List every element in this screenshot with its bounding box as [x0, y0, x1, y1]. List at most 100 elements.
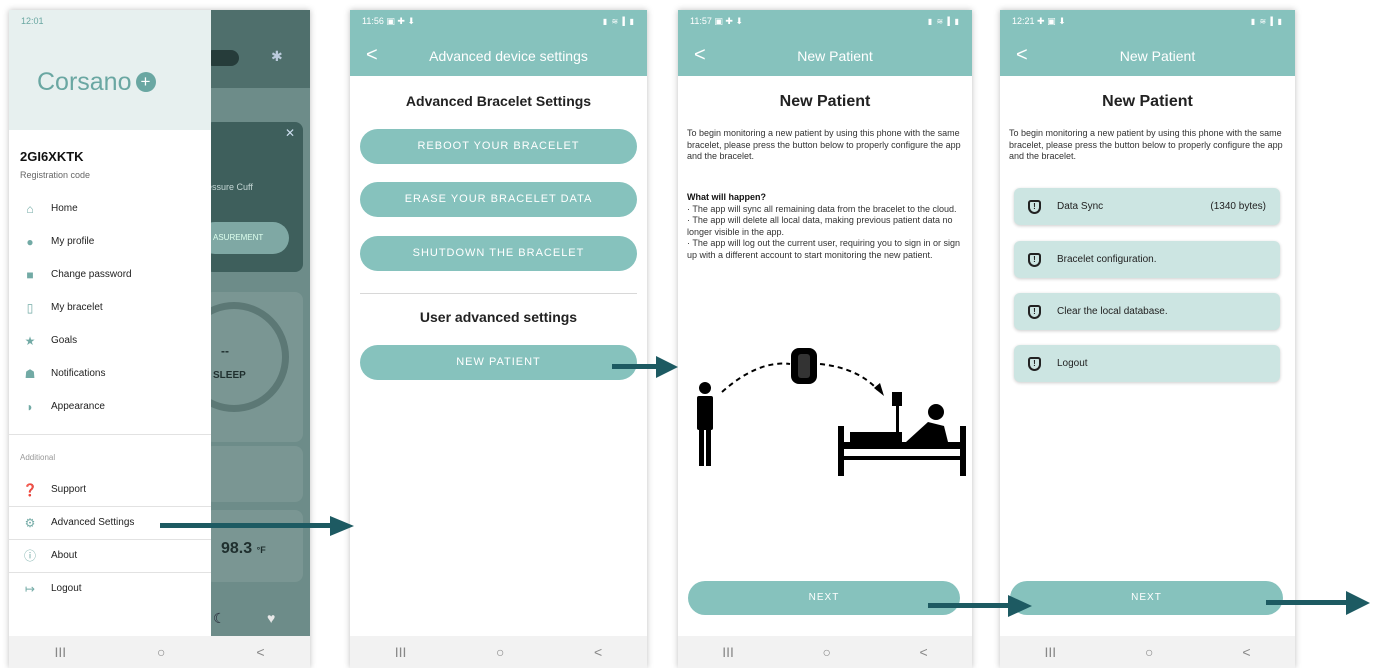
- bluetooth-icon: ✱: [271, 48, 283, 64]
- status-left: 11:56 ▣ ✚ ⬇: [362, 16, 415, 27]
- back-icon[interactable]: <: [366, 44, 378, 67]
- logout-icon: ↦: [24, 581, 36, 596]
- flow-arrow-icon: [1266, 591, 1370, 615]
- menu-item-notifications[interactable]: ☗ Notifications: [9, 357, 211, 390]
- shield-icon: !: [1028, 199, 1041, 214]
- transfer-path: [721, 362, 791, 393]
- status-time: 11:56: [362, 15, 384, 26]
- back-icon[interactable]: <: [694, 44, 706, 67]
- app-bar-title: New Patient: [1119, 48, 1196, 64]
- gear-icon: ⚙: [24, 515, 36, 530]
- task-bracelet-configuration: ! Bracelet configuration.: [1014, 241, 1280, 278]
- home-button[interactable]: ○: [822, 644, 830, 660]
- home-icon: ⌂: [26, 201, 34, 216]
- phone-screen-new-patient-tasks: 12:21 ✚ ▣ ⬇ ▮ ≋ ▍▮ < New Patient New Pat…: [1000, 10, 1295, 668]
- flow-arrow-icon: [928, 595, 1032, 617]
- menu-item-support[interactable]: ❓ Support: [9, 473, 211, 506]
- info-icon: ⓘ: [23, 549, 36, 563]
- task-label: Logout: [1057, 358, 1088, 369]
- help-icon: ❓: [22, 482, 38, 497]
- menu-label: Support: [51, 484, 87, 495]
- arrow-head: [874, 383, 884, 396]
- menu-item-my-profile[interactable]: ● My profile: [9, 225, 211, 258]
- drawer-header: 12:01 Corsano +: [9, 10, 211, 130]
- back-button[interactable]: <: [920, 644, 928, 660]
- what-will-happen: What will happen? · The app will sync al…: [687, 192, 963, 261]
- plus-icon: +: [135, 72, 156, 92]
- task-logout: ! Logout: [1014, 345, 1280, 382]
- background-sleep-label: SLEEP: [213, 370, 246, 381]
- menu-item-about[interactable]: ⓘ About: [9, 539, 211, 572]
- point-delete: · The app will delete all local data, ma…: [687, 215, 953, 237]
- system-nav-bar: III ○ <: [9, 636, 310, 668]
- menu-item-goals[interactable]: ★ Goals: [9, 324, 211, 357]
- new-patient-button[interactable]: NEW PATIENT: [360, 345, 637, 380]
- status-bar: 11:56 ▣ ✚ ⬇ ▮ ≋ ▍▮: [350, 10, 647, 32]
- home-button[interactable]: ○: [157, 644, 165, 660]
- background-measurement-button: ASUREMENT: [199, 222, 289, 254]
- temperature-value: 98.3: [221, 540, 253, 557]
- app-bar: 12:21 ✚ ▣ ⬇ ▮ ≋ ▍▮ < New Patient: [1000, 10, 1295, 76]
- system-nav-bar: III ○ <: [350, 636, 647, 668]
- back-icon[interactable]: <: [1016, 44, 1028, 67]
- reboot-bracelet-button[interactable]: REBOOT YOUR BRACELET: [360, 129, 637, 164]
- task-label: Data Sync: [1057, 201, 1104, 212]
- intro-text: To begin monitoring a new patient by usi…: [1009, 128, 1283, 161]
- point-sync: · The app will sync all remaining data f…: [687, 203, 957, 214]
- status-right: ▮ ≋ ▍▮: [927, 16, 960, 26]
- phone-screen-menu: ✱ ✕ essure Cuff ASUREMENT -- SLEEP 98.3 …: [9, 10, 310, 668]
- menu-item-my-bracelet[interactable]: ▯ My bracelet: [9, 291, 211, 324]
- menu-divider: [9, 434, 211, 435]
- menu-item-change-password[interactable]: ■ Change password: [9, 258, 211, 291]
- status-icons: ▣ ✚ ⬇: [386, 15, 415, 26]
- shutdown-bracelet-button[interactable]: SHUTDOWN THE BRACELET: [360, 236, 637, 271]
- watch-icon: ▯: [26, 300, 34, 315]
- back-button[interactable]: <: [1242, 644, 1250, 660]
- back-button[interactable]: <: [594, 644, 602, 660]
- close-icon: ✕: [284, 126, 295, 140]
- status-left: 11:57 ▣ ✚ ⬇: [690, 16, 743, 27]
- page-heading: New Patient: [1102, 93, 1193, 110]
- recents-button[interactable]: III: [54, 644, 66, 660]
- task-label: Bracelet configuration.: [1057, 254, 1157, 265]
- navigation-drawer: 12:01 Corsano + 2GI6XKTK Registration cod…: [9, 10, 211, 636]
- intro-text: To begin monitoring a new patient by usi…: [687, 128, 961, 161]
- star-icon: ★: [24, 333, 36, 348]
- menu-label: Goals: [51, 335, 78, 346]
- home-button[interactable]: ○: [496, 644, 504, 660]
- status-right: ▮ ≋ ▍▮: [1250, 16, 1283, 26]
- status-time: 12:21: [1012, 15, 1035, 26]
- background-temperature: 98.3 °F: [221, 540, 266, 558]
- appearance-icon: ◗: [26, 399, 34, 414]
- next-button[interactable]: NEXT: [1010, 581, 1283, 615]
- background-card-text: essure Cuff: [207, 182, 253, 192]
- hospital-bed-icon: [838, 392, 966, 476]
- section-divider: [360, 293, 637, 294]
- user-icon: ●: [26, 234, 34, 249]
- status-left: 12:21 ✚ ▣ ⬇: [1012, 16, 1066, 27]
- brand-logo: Corsano +: [37, 68, 156, 97]
- menu-item-logout[interactable]: ↦ Logout: [9, 572, 211, 605]
- status-right: ▮ ≋ ▍▮: [602, 16, 635, 26]
- page-heading: New Patient: [779, 93, 871, 110]
- person-icon: [697, 382, 713, 466]
- status-bar: 12:01: [9, 10, 211, 32]
- erase-bracelet-data-button[interactable]: ERASE YOUR BRACELET DATA: [360, 182, 637, 217]
- home-button[interactable]: ○: [1145, 644, 1153, 660]
- menu-item-home[interactable]: ⌂ Home: [9, 192, 211, 225]
- recents-button[interactable]: III: [395, 644, 407, 660]
- system-nav-bar: III ○ <: [1000, 636, 1295, 668]
- recents-button[interactable]: III: [722, 644, 734, 660]
- background-card: [205, 446, 303, 502]
- recents-button[interactable]: III: [1044, 644, 1056, 660]
- heart-icon: ♥: [267, 610, 276, 626]
- next-button[interactable]: NEXT: [688, 581, 960, 615]
- status-icons: ▣ ✚ ⬇: [714, 15, 743, 26]
- status-icons: ✚ ▣ ⬇: [1037, 15, 1066, 26]
- menu-label: Appearance: [51, 401, 105, 412]
- bell-icon: ☗: [24, 366, 36, 381]
- flow-arrow-icon: [160, 516, 354, 536]
- menu-label: Advanced Settings: [51, 517, 135, 528]
- back-button[interactable]: <: [256, 644, 264, 660]
- menu-item-appearance[interactable]: ◗ Appearance: [9, 390, 211, 423]
